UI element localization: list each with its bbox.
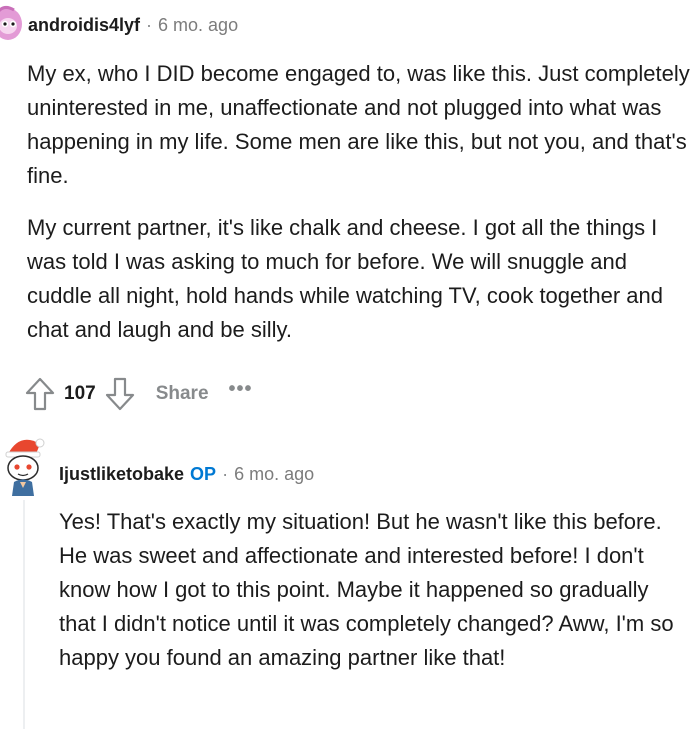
comment-meta: Ijustliketobake OP · 6 mo. ago [59,464,314,485]
avatar[interactable] [0,4,24,44]
timestamp[interactable]: 6 mo. ago [158,15,238,36]
timestamp[interactable]: 6 mo. ago [234,464,314,485]
meta-separator: · [222,464,229,484]
comment-paragraph: My ex, who I DID become engaged to, was … [27,61,690,188]
vote-score: 107 [64,383,96,404]
comment-paragraph: My current partner, it's like chalk and … [27,215,663,342]
comment-actions: 107 Share ••• [24,374,253,414]
comment-body: My ex, who I DID become engaged to, was … [27,57,692,347]
comment-body: Yes! That's exactly my situation! But he… [59,505,689,675]
upvote-icon[interactable] [24,376,56,412]
op-badge: OP [190,464,217,484]
share-button[interactable]: Share [156,383,209,405]
comment-meta: androidis4lyf · 6 mo. ago [28,15,238,36]
meta-separator: · [146,15,153,35]
username[interactable]: Ijustliketobake [59,464,184,485]
more-options-icon[interactable]: ••• [229,378,253,401]
username[interactable]: androidis4lyf [28,15,140,36]
avatar[interactable] [0,430,48,502]
downvote-icon[interactable] [104,376,136,412]
thread-line[interactable] [23,500,25,729]
comment-paragraph: Yes! That's exactly my situation! But he… [59,509,674,670]
